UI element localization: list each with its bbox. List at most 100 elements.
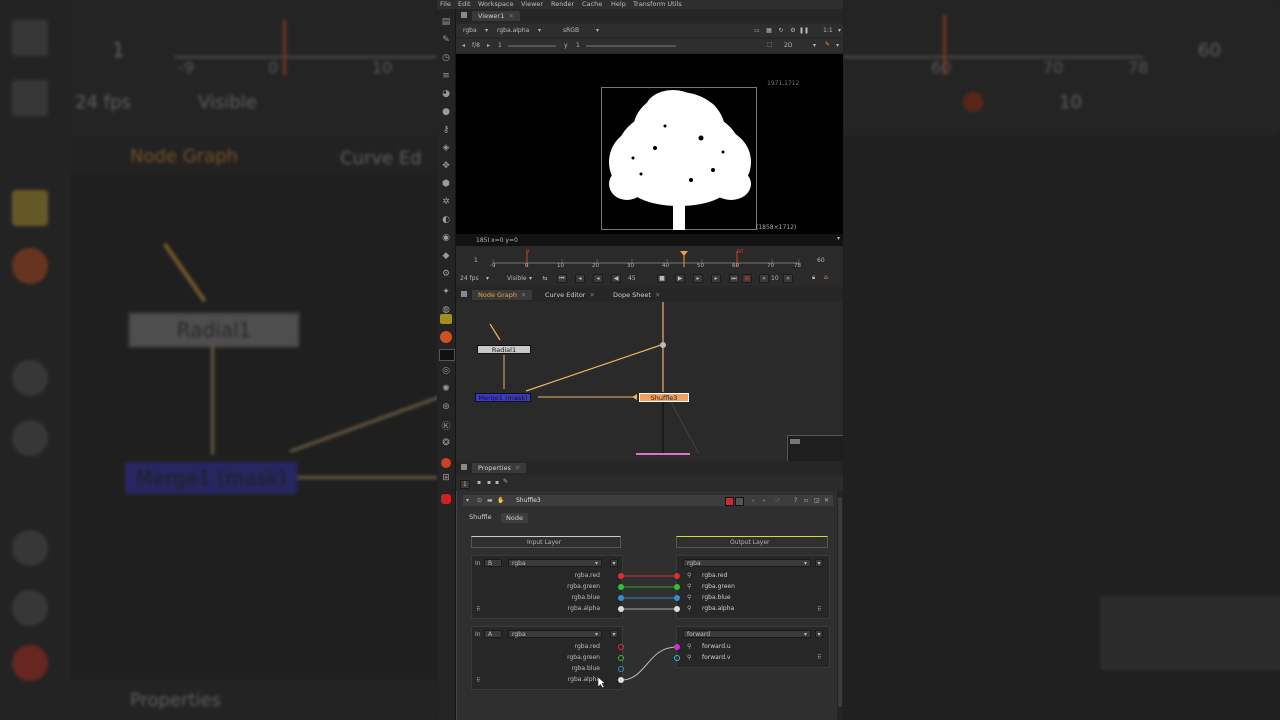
empty-icon[interactable]: ▪ xyxy=(487,479,491,486)
current-frame[interactable]: 45 xyxy=(628,275,636,282)
nukex-icon[interactable]: ✺ xyxy=(441,384,451,394)
plugin-icon-5[interactable] xyxy=(441,494,451,504)
out-dot-forward-u[interactable] xyxy=(674,644,680,650)
merge-icon[interactable]: ◈ xyxy=(441,143,451,153)
out-dot-alpha[interactable] xyxy=(674,606,680,612)
play-back-icon[interactable]: ◂ xyxy=(462,42,465,49)
close-icon[interactable]: ✕ xyxy=(521,291,526,299)
viewer-canvas[interactable]: 1971,1712 (1858×1712) xyxy=(456,54,843,234)
particles-icon[interactable]: ✲ xyxy=(441,197,451,207)
gamma-slider[interactable] xyxy=(586,45,676,47)
3d-icon[interactable]: ⬢ xyxy=(441,179,451,189)
play-forward-icon[interactable]: ▶ xyxy=(675,274,685,283)
tab-properties[interactable]: Properties ✕ xyxy=(472,463,527,473)
bookmark-icon[interactable]: ⌂ xyxy=(824,274,828,281)
menu-viewer[interactable]: Viewer xyxy=(521,0,543,8)
properties-panel-icon[interactable] xyxy=(461,464,467,470)
other-icon[interactable]: ✦ xyxy=(441,287,451,297)
tab-node-graph[interactable]: Node Graph ✕ xyxy=(472,290,533,300)
next-key-icon[interactable]: ▸ xyxy=(711,274,721,283)
viewer-menu-icon[interactable]: ▾ xyxy=(836,42,839,49)
draw-icon[interactable]: ✎ xyxy=(441,35,451,45)
menu-file[interactable]: File xyxy=(440,0,451,8)
stop-icon[interactable]: ■ xyxy=(657,274,667,283)
prev-frame-icon[interactable]: ◂ xyxy=(593,274,603,283)
menu-transform-utils[interactable]: Transform Utils xyxy=(633,0,682,8)
color-icon[interactable]: ◕ xyxy=(441,89,451,99)
grid-icon[interactable]: ⊞ xyxy=(441,473,451,483)
node-shuffle3[interactable]: Shuffle3 xyxy=(639,393,689,402)
close-icon[interactable]: ✕ xyxy=(508,12,513,20)
menu-workspace[interactable]: Workspace xyxy=(478,0,514,8)
menu-cache[interactable]: Cache xyxy=(582,0,602,8)
in-dot-red[interactable] xyxy=(618,573,624,579)
out-dot-blue[interactable] xyxy=(674,595,680,601)
zoom-dropdown-icon[interactable]: ▾ xyxy=(838,27,841,34)
in-dot-green[interactable] xyxy=(618,584,624,590)
step-back-icon[interactable]: « xyxy=(759,274,769,283)
channel-dropdown-icon[interactable]: ▾ xyxy=(538,27,541,34)
step-forward-icon[interactable]: » xyxy=(783,274,793,283)
in-a-dot-blue[interactable] xyxy=(618,666,624,672)
viewer-btn-1[interactable]: ▭ xyxy=(752,26,762,35)
pen-icon[interactable]: ✎ xyxy=(503,478,508,485)
float-icon[interactable]: ▪ xyxy=(495,479,499,486)
play-backward-icon[interactable]: ◀ xyxy=(611,274,621,283)
tab-viewer1[interactable]: Viewer1 ✕ xyxy=(472,11,520,21)
in-a-dot-red[interactable] xyxy=(618,644,624,650)
lut-dropdown-icon[interactable]: ▾ xyxy=(596,27,599,34)
node-radial1[interactable]: Radial1 xyxy=(477,345,531,354)
viewer-panel-icon[interactable] xyxy=(461,12,467,18)
gear-icon[interactable]: ⚙ xyxy=(788,26,798,35)
views-icon[interactable]: ◉ xyxy=(441,233,451,243)
bokeh-icon[interactable]: ❂ xyxy=(441,438,451,448)
keyer-icon[interactable]: ⚷ xyxy=(441,125,451,135)
max-panels[interactable]: 1 xyxy=(460,480,470,489)
status-menu-icon[interactable]: ▾ xyxy=(837,235,840,242)
mode-select[interactable]: 2D xyxy=(784,42,792,49)
timeline-start[interactable]: 1 xyxy=(474,257,478,264)
minimap[interactable] xyxy=(787,435,843,462)
lut-select[interactable]: sRGB xyxy=(560,27,588,35)
viewer-btn-2[interactable]: ▦ xyxy=(764,26,774,35)
properties-scrollbar[interactable] xyxy=(837,491,843,720)
visible-select[interactable]: Visible xyxy=(507,275,527,282)
roi-icon[interactable]: ⬚ xyxy=(767,41,773,48)
next-icon[interactable]: ▸ xyxy=(487,42,490,49)
close-icon[interactable]: ✕ xyxy=(589,291,594,299)
last-frame-icon[interactable]: ⏭ xyxy=(729,274,739,283)
gain-slider[interactable] xyxy=(508,45,556,47)
kronos-icon[interactable]: Ⓚ xyxy=(441,420,451,432)
close-icon[interactable]: ✕ xyxy=(515,464,520,472)
record-icon[interactable]: ● xyxy=(742,274,752,283)
out-dot-red[interactable] xyxy=(674,573,680,579)
time-icon[interactable]: ◷ xyxy=(441,53,451,63)
mode-dropdown-icon[interactable]: ▾ xyxy=(813,42,816,49)
out-dot-green[interactable] xyxy=(674,584,680,590)
channel-select[interactable]: rgba.alpha xyxy=(494,27,538,35)
plugin-icon-3[interactable] xyxy=(439,349,455,361)
prev-key-icon[interactable]: ◂ xyxy=(575,274,585,283)
cryptomatte-icon[interactable]: ◎ xyxy=(441,366,451,376)
pause-icon[interactable]: ❚❚ xyxy=(799,26,809,35)
deep-icon[interactable]: ◐ xyxy=(441,215,451,225)
transform-icon[interactable]: ✥ xyxy=(441,161,451,171)
close-icon[interactable]: ✕ xyxy=(655,291,660,299)
next-frame-icon[interactable]: ▸ xyxy=(693,274,703,283)
image-icon[interactable]: ▤ xyxy=(441,17,451,27)
gamma-value[interactable]: 1 xyxy=(576,42,580,49)
step-value[interactable]: 10 xyxy=(771,275,779,282)
first-frame-icon[interactable]: ⏮ xyxy=(557,274,567,283)
in-dot-alpha[interactable] xyxy=(618,606,624,612)
refresh-icon[interactable]: ↻ xyxy=(776,26,786,35)
channel-icon[interactable]: ≡ xyxy=(441,71,451,81)
timeline-ruler[interactable] xyxy=(491,249,803,271)
gizmo-icon[interactable]: ⊛ xyxy=(441,402,451,412)
lock-panel-icon[interactable]: ▪ xyxy=(477,479,481,486)
out-dot-forward-v[interactable] xyxy=(674,655,680,661)
plugin-icon-1[interactable] xyxy=(440,314,452,324)
layer-dropdown-icon[interactable]: ▾ xyxy=(485,27,488,34)
lock-icon[interactable]: 🔒︎ xyxy=(812,274,815,282)
tab-curve-editor[interactable]: Curve Editor ✕ xyxy=(539,290,601,300)
toolsets-icon[interactable]: ⚙ xyxy=(441,269,451,279)
